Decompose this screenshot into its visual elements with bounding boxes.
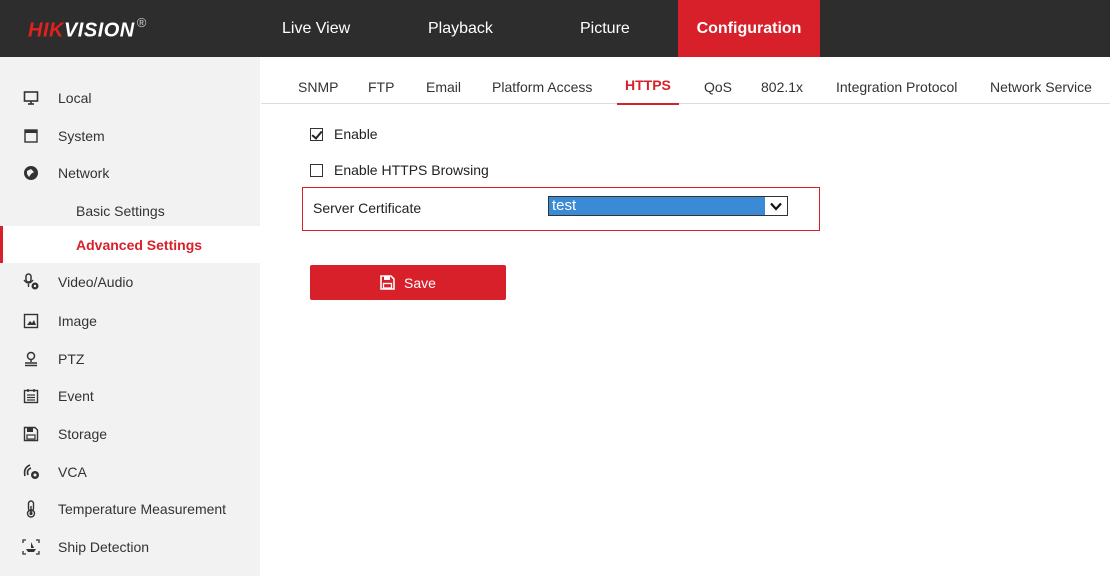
tab-qos[interactable]: QoS — [702, 57, 734, 104]
sidebar-item-label: Network — [58, 164, 110, 181]
tab-snmp[interactable]: SNMP — [296, 57, 340, 104]
save-button-label: Save — [404, 274, 436, 291]
event-calendar-icon — [20, 385, 42, 407]
sidebar-item-advanced-settings[interactable]: Advanced Settings — [0, 226, 260, 263]
tab-8021x[interactable]: 802.1x — [759, 57, 805, 104]
tab-email[interactable]: Email — [424, 57, 463, 104]
server-certificate-value: test — [552, 197, 577, 214]
sidebar-item-label: Storage — [58, 425, 108, 442]
image-icon — [20, 310, 42, 332]
sidebar-item-local[interactable]: Local — [0, 79, 260, 116]
enable-https-browsing-label: Enable HTTPS Browsing — [334, 162, 489, 178]
save-button[interactable]: Save — [310, 265, 506, 300]
ship-detection-icon — [20, 536, 42, 558]
network-advanced-tabs: SNMP FTP Email Platform Access HTTPS QoS… — [261, 57, 1110, 105]
sidebar-item-vca[interactable]: VCA — [0, 453, 260, 490]
server-certificate-highlight: Server Certificate test — [302, 187, 820, 231]
vca-icon — [20, 461, 42, 483]
storage-icon — [20, 423, 42, 445]
sidebar-item-temperature-measurement[interactable]: Temperature Measurement — [0, 490, 260, 527]
sidebar: Local System Network Basic Settings Adva… — [0, 57, 260, 576]
server-certificate-select[interactable]: test — [548, 196, 788, 216]
sidebar-item-label: PTZ — [58, 350, 85, 367]
enable-row: Enable — [310, 124, 378, 144]
sidebar-item-label: Local — [58, 89, 92, 106]
nav-picture[interactable]: Picture — [562, 0, 648, 57]
sidebar-item-label: Event — [58, 387, 94, 404]
enable-https-browsing-checkbox[interactable] — [310, 163, 323, 177]
system-window-icon — [20, 125, 42, 147]
sidebar-item-ship-detection[interactable]: Ship Detection — [0, 528, 260, 565]
server-certificate-label: Server Certificate — [313, 200, 422, 216]
sidebar-item-label: Ship Detection — [58, 538, 150, 555]
video-audio-icon — [20, 271, 42, 293]
tab-network-service[interactable]: Network Service — [988, 57, 1094, 104]
enable-checkbox[interactable] — [310, 127, 323, 141]
sidebar-item-label: Video/Audio — [58, 273, 134, 290]
thermometer-icon — [20, 498, 42, 520]
hikvision-logo: HIKVISION ® — [28, 15, 147, 42]
chevron-down-icon[interactable] — [765, 197, 787, 215]
save-disk-icon — [380, 275, 395, 290]
tab-platform-access[interactable]: Platform Access — [490, 57, 594, 104]
sidebar-item-ptz[interactable]: PTZ — [0, 340, 260, 377]
https-browsing-row: Enable HTTPS Browsing — [310, 160, 489, 180]
tab-https[interactable]: HTTPS — [617, 57, 679, 105]
enable-label: Enable — [334, 126, 378, 142]
sidebar-item-label: VCA — [58, 463, 87, 480]
tab-ftp[interactable]: FTP — [366, 57, 396, 104]
top-navigation-bar: HIKVISION ® Live View Playback Picture Co… — [0, 0, 1110, 57]
nav-configuration[interactable]: Configuration — [678, 0, 820, 57]
network-globe-icon — [20, 162, 42, 184]
nav-live-view[interactable]: Live View — [264, 0, 368, 57]
sidebar-item-label: System — [58, 127, 105, 144]
sidebar-item-event[interactable]: Event — [0, 377, 260, 414]
sidebar-item-image[interactable]: Image — [0, 302, 260, 339]
nav-playback[interactable]: Playback — [410, 0, 511, 57]
monitor-icon — [20, 87, 42, 109]
sidebar-item-video-audio[interactable]: Video/Audio — [0, 263, 260, 300]
sidebar-item-basic-settings[interactable]: Basic Settings — [0, 192, 260, 229]
sidebar-item-system[interactable]: System — [0, 117, 260, 154]
sidebar-item-network[interactable]: Network — [0, 154, 260, 191]
sidebar-item-label: Image — [58, 312, 97, 329]
sidebar-item-label: Temperature Measurement — [58, 500, 227, 517]
ptz-icon — [20, 348, 42, 370]
tab-integration-protocol[interactable]: Integration Protocol — [834, 57, 959, 104]
sidebar-item-storage[interactable]: Storage — [0, 415, 260, 452]
